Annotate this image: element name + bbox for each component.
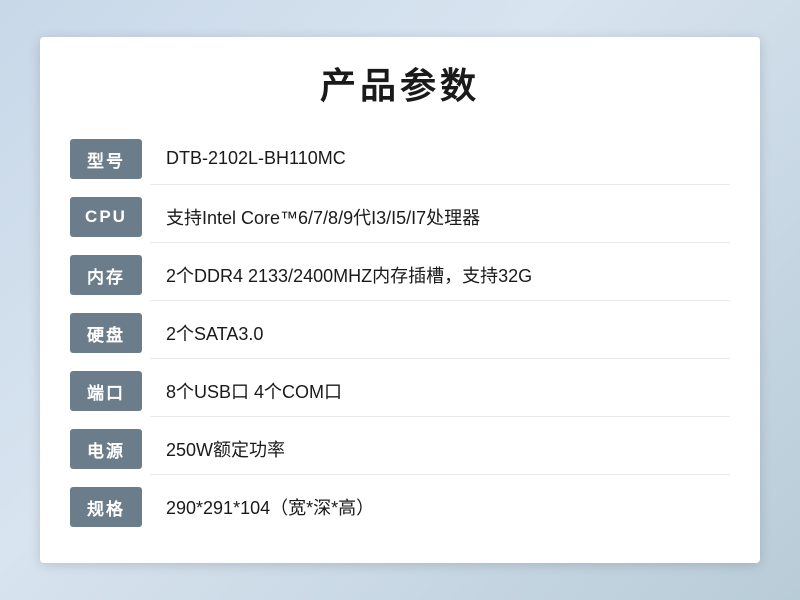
table-row: 内存2个DDR4 2133/2400MHZ内存插槽，支持32G (70, 249, 730, 301)
table-row: 硬盘2个SATA3.0 (70, 307, 730, 359)
spec-label-3: 硬盘 (70, 313, 142, 353)
spec-value-4: 8个USB口 4个COM口 (150, 365, 730, 417)
spec-label-1: CPU (70, 197, 142, 237)
spec-label-0: 型号 (70, 139, 142, 179)
table-row: 规格290*291*104（宽*深*高） (70, 481, 730, 533)
spec-value-1: 支持Intel Core™6/7/8/9代I3/I5/I7处理器 (150, 191, 730, 243)
spec-value-6: 290*291*104（宽*深*高） (150, 481, 730, 533)
spec-table: 型号 DTB-2102L-BH110MCCPU支持Intel Core™6/7/… (70, 127, 730, 539)
table-row: 端口8个USB口 4个COM口 (70, 365, 730, 417)
table-row: CPU支持Intel Core™6/7/8/9代I3/I5/I7处理器 (70, 191, 730, 243)
spec-label-2: 内存 (70, 255, 142, 295)
spec-value-0: DTB-2102L-BH110MC (150, 133, 730, 185)
spec-label-5: 电源 (70, 429, 142, 469)
page-title: 产品参数 (70, 57, 730, 109)
spec-label-6: 规格 (70, 487, 142, 527)
spec-value-5: 250W额定功率 (150, 423, 730, 475)
spec-value-2: 2个DDR4 2133/2400MHZ内存插槽，支持32G (150, 249, 730, 301)
product-spec-card: 产品参数 型号 DTB-2102L-BH110MCCPU支持Intel Core… (40, 37, 760, 563)
table-row: 电源250W额定功率 (70, 423, 730, 475)
spec-label-4: 端口 (70, 371, 142, 411)
table-row: 型号 DTB-2102L-BH110MC (70, 133, 730, 185)
spec-value-3: 2个SATA3.0 (150, 307, 730, 359)
